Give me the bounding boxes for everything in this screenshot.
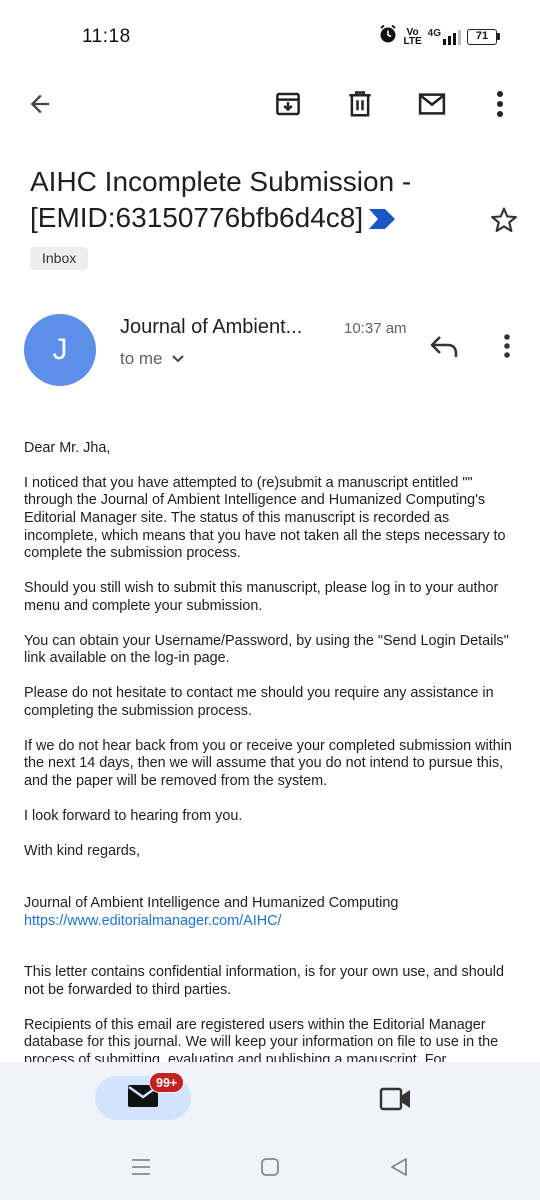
signature-link[interactable]: https://www.editorialmanager.com/AIHC/: [24, 913, 282, 929]
body-paragraph: Recipients of this email are registered …: [24, 1016, 499, 1062]
home-icon[interactable]: [255, 1152, 285, 1182]
subject-line-1: AIHC Incomplete Submission -: [30, 166, 412, 197]
archive-icon[interactable]: [268, 84, 308, 124]
reply-icon[interactable]: [424, 328, 464, 364]
more-vert-icon[interactable]: [480, 84, 520, 124]
recipient-label: to me: [120, 349, 163, 368]
star-icon[interactable]: [486, 202, 522, 238]
email-subject: AIHC Incomplete Submission - [EMID:63150…: [30, 164, 470, 238]
subject-line-2-row: [EMID:63150776bfb6d4c8]: [30, 200, 470, 238]
body-paragraph: If we do not hear back from you or recei…: [24, 737, 512, 789]
message-more-icon[interactable]: [490, 328, 524, 364]
volte-indicator: Vo LTE: [403, 27, 422, 47]
closing: With kind regards,: [24, 842, 140, 859]
status-icons: Vo LTE 4G 71: [378, 24, 500, 49]
signature-name: Journal of Ambient Intelligence and Huma…: [24, 895, 399, 912]
label-chip-inbox[interactable]: Inbox: [30, 247, 89, 270]
body-paragraph: This letter contains confidential inform…: [24, 964, 504, 998]
alarm-icon: [378, 24, 398, 49]
system-nav: [0, 1136, 540, 1196]
body-paragraph: You can obtain your Username/Password, b…: [24, 632, 509, 667]
mail-unread-icon[interactable]: [412, 84, 452, 124]
avatar[interactable]: J: [24, 314, 96, 386]
body-paragraph: I noticed that you have attempted to (re…: [24, 474, 506, 562]
status-bar: 11:18 Vo LTE 4G 71: [0, 0, 540, 70]
body-paragraph: I look forward to hearing from you.: [24, 807, 243, 824]
unread-badge: 99+: [149, 1072, 185, 1093]
back-arrow-icon[interactable]: [20, 84, 60, 124]
sender-row: J Journal of Ambient... 10:37 am to me: [0, 312, 540, 392]
chevron-down-icon: [171, 349, 185, 369]
battery-level: 71: [467, 28, 497, 45]
importance-marker-icon[interactable]: [369, 202, 396, 238]
trash-icon[interactable]: [340, 84, 380, 124]
recipient-details[interactable]: to me: [120, 349, 185, 369]
signature: Journal of Ambient Intelligence and Huma…: [24, 895, 520, 930]
body-paragraph: Please do not hesitate to contact me sho…: [24, 685, 494, 719]
body-paragraph: Should you still wish to submit this man…: [24, 580, 499, 614]
volte-bottom: LTE: [403, 35, 422, 47]
email-toolbar: [0, 80, 540, 128]
back-triangle-icon[interactable]: [384, 1152, 414, 1182]
signal-icon: 4G: [427, 27, 461, 45]
message-time: 10:37 am: [344, 320, 407, 337]
greeting: Dear Mr. Jha,: [24, 440, 111, 456]
recents-icon[interactable]: [126, 1152, 156, 1182]
battery-icon: 71: [467, 28, 500, 45]
email-body: Dear Mr. Jha, I noticed that you have at…: [24, 440, 520, 1062]
meet-video-icon[interactable]: [376, 1082, 416, 1116]
sender-name[interactable]: Journal of Ambient...: [120, 316, 302, 339]
status-time: 11:18: [82, 26, 131, 47]
network-type: 4G: [427, 27, 441, 39]
subject-line-2: [EMID:63150776bfb6d4c8]: [30, 202, 364, 233]
